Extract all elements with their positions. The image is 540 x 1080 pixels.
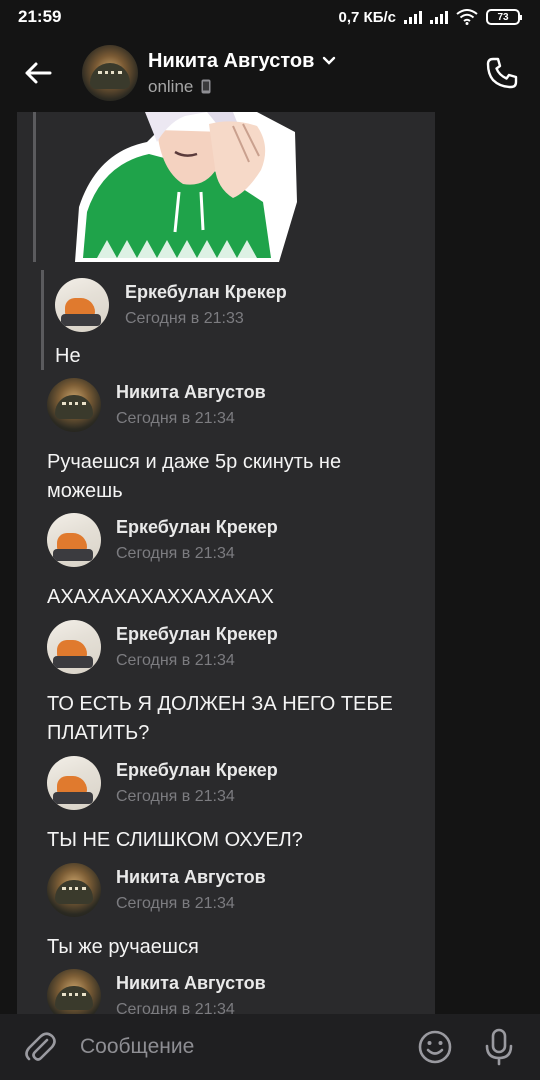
contact-status: online — [148, 76, 194, 96]
status-time: 21:59 — [18, 7, 62, 26]
author-name[interactable]: Еркебулан Крекер — [116, 760, 278, 781]
message-time: Сегодня в 21:34 — [116, 545, 235, 562]
wifi-icon — [456, 9, 478, 25]
contact-name: Никита Августов — [148, 49, 315, 72]
author-name[interactable]: Еркебулан Крекер — [116, 517, 278, 538]
forward-bar — [33, 112, 36, 262]
message-time: Сегодня в 21:34 — [116, 1001, 235, 1014]
battery-level: 73 — [497, 11, 509, 23]
message-input[interactable] — [80, 1027, 392, 1067]
message-text: ТЫ НЕ СЛИШКОМ ОХУЕЛ? — [47, 829, 303, 851]
composer-bar — [0, 1014, 540, 1080]
message-item[interactable]: Никита Августов Сегодня в 21:34 Ты же ру… — [47, 863, 427, 968]
back-button[interactable] — [16, 51, 60, 95]
avatar[interactable] — [47, 969, 101, 1014]
message-text: Ручаешся и даже 5р скинуть не можешь — [47, 451, 342, 502]
message-item[interactable]: Никита Августов Сегодня в 21:34 — [47, 969, 427, 1014]
forward-bar — [41, 270, 44, 370]
status-icons: 0,7 КБ/с 73 — [338, 8, 522, 26]
battery-icon: 73 — [486, 9, 522, 25]
chat-header: Никита Августов online — [0, 34, 540, 112]
message-text: АХАХАХАХАХХАХАХАХ — [47, 586, 274, 608]
phone-icon — [486, 57, 518, 89]
message-time: Сегодня в 21:33 — [125, 310, 244, 327]
message-item[interactable]: Еркебулан Крекер Сегодня в 21:34 ТЫ НЕ С… — [47, 756, 427, 861]
message-time: Сегодня в 21:34 — [116, 410, 235, 427]
smiley-icon — [418, 1030, 452, 1064]
avatar[interactable] — [47, 863, 101, 917]
voice-message-button[interactable] — [478, 1026, 520, 1068]
contact-avatar[interactable] — [82, 45, 138, 101]
sticker-facepalm — [75, 112, 297, 262]
network-speed: 0,7 КБ/с — [338, 8, 396, 26]
author-name[interactable]: Еркебулан Крекер — [125, 282, 287, 303]
call-button[interactable] — [480, 51, 524, 95]
message-item[interactable]: Еркебулан Крекер Сегодня в 21:34 ТО ЕСТЬ… — [47, 620, 427, 755]
contact-info[interactable]: Никита Августов online — [148, 50, 480, 97]
message-item[interactable]: Еркебулан Крекер Сегодня в 21:34 АХАХАХА… — [47, 513, 427, 618]
avatar[interactable] — [47, 756, 101, 810]
message-text: ТО ЕСТЬ Я ДОЛЖЕН ЗА НЕГО ТЕБЕ ПЛАТИТЬ? — [47, 693, 393, 744]
signal-icon — [404, 10, 422, 24]
author-name[interactable]: Никита Августов — [116, 382, 266, 403]
message-time: Сегодня в 21:34 — [116, 652, 235, 669]
avatar[interactable] — [55, 278, 109, 332]
avatar[interactable] — [47, 620, 101, 674]
avatar[interactable] — [47, 513, 101, 567]
mobile-device-icon — [201, 79, 211, 94]
attach-button[interactable] — [20, 1027, 60, 1067]
signal-icon-2 — [430, 10, 448, 24]
arrow-left-icon — [25, 62, 52, 84]
chat-screen: 21:59 0,7 КБ/с 73 Никита Августов online… — [0, 0, 540, 1080]
chevron-down-icon — [323, 56, 336, 65]
status-bar: 21:59 0,7 КБ/с 73 — [0, 0, 540, 34]
avatar[interactable] — [47, 378, 101, 432]
message-text: Ты же ручаешся — [47, 936, 199, 958]
forwarded-sticker[interactable] — [17, 112, 435, 262]
microphone-icon — [485, 1028, 513, 1066]
message-time: Сегодня в 21:34 — [116, 895, 235, 912]
emoji-button[interactable] — [414, 1026, 456, 1068]
message-thread[interactable]: Еркебулан Крекер Сегодня в 21:33 Не Ники… — [17, 112, 435, 1014]
author-name[interactable]: Никита Августов — [116, 867, 266, 888]
message-item[interactable]: Никита Августов Сегодня в 21:34 Ручаешся… — [47, 378, 427, 508]
forwarded-message[interactable]: Еркебулан Крекер Сегодня в 21:33 Не — [41, 270, 421, 382]
paperclip-icon — [25, 1032, 56, 1061]
message-text: Не — [55, 345, 81, 367]
message-time: Сегодня в 21:34 — [116, 788, 235, 805]
author-name[interactable]: Никита Августов — [116, 973, 266, 994]
author-name[interactable]: Еркебулан Крекер — [116, 624, 278, 645]
